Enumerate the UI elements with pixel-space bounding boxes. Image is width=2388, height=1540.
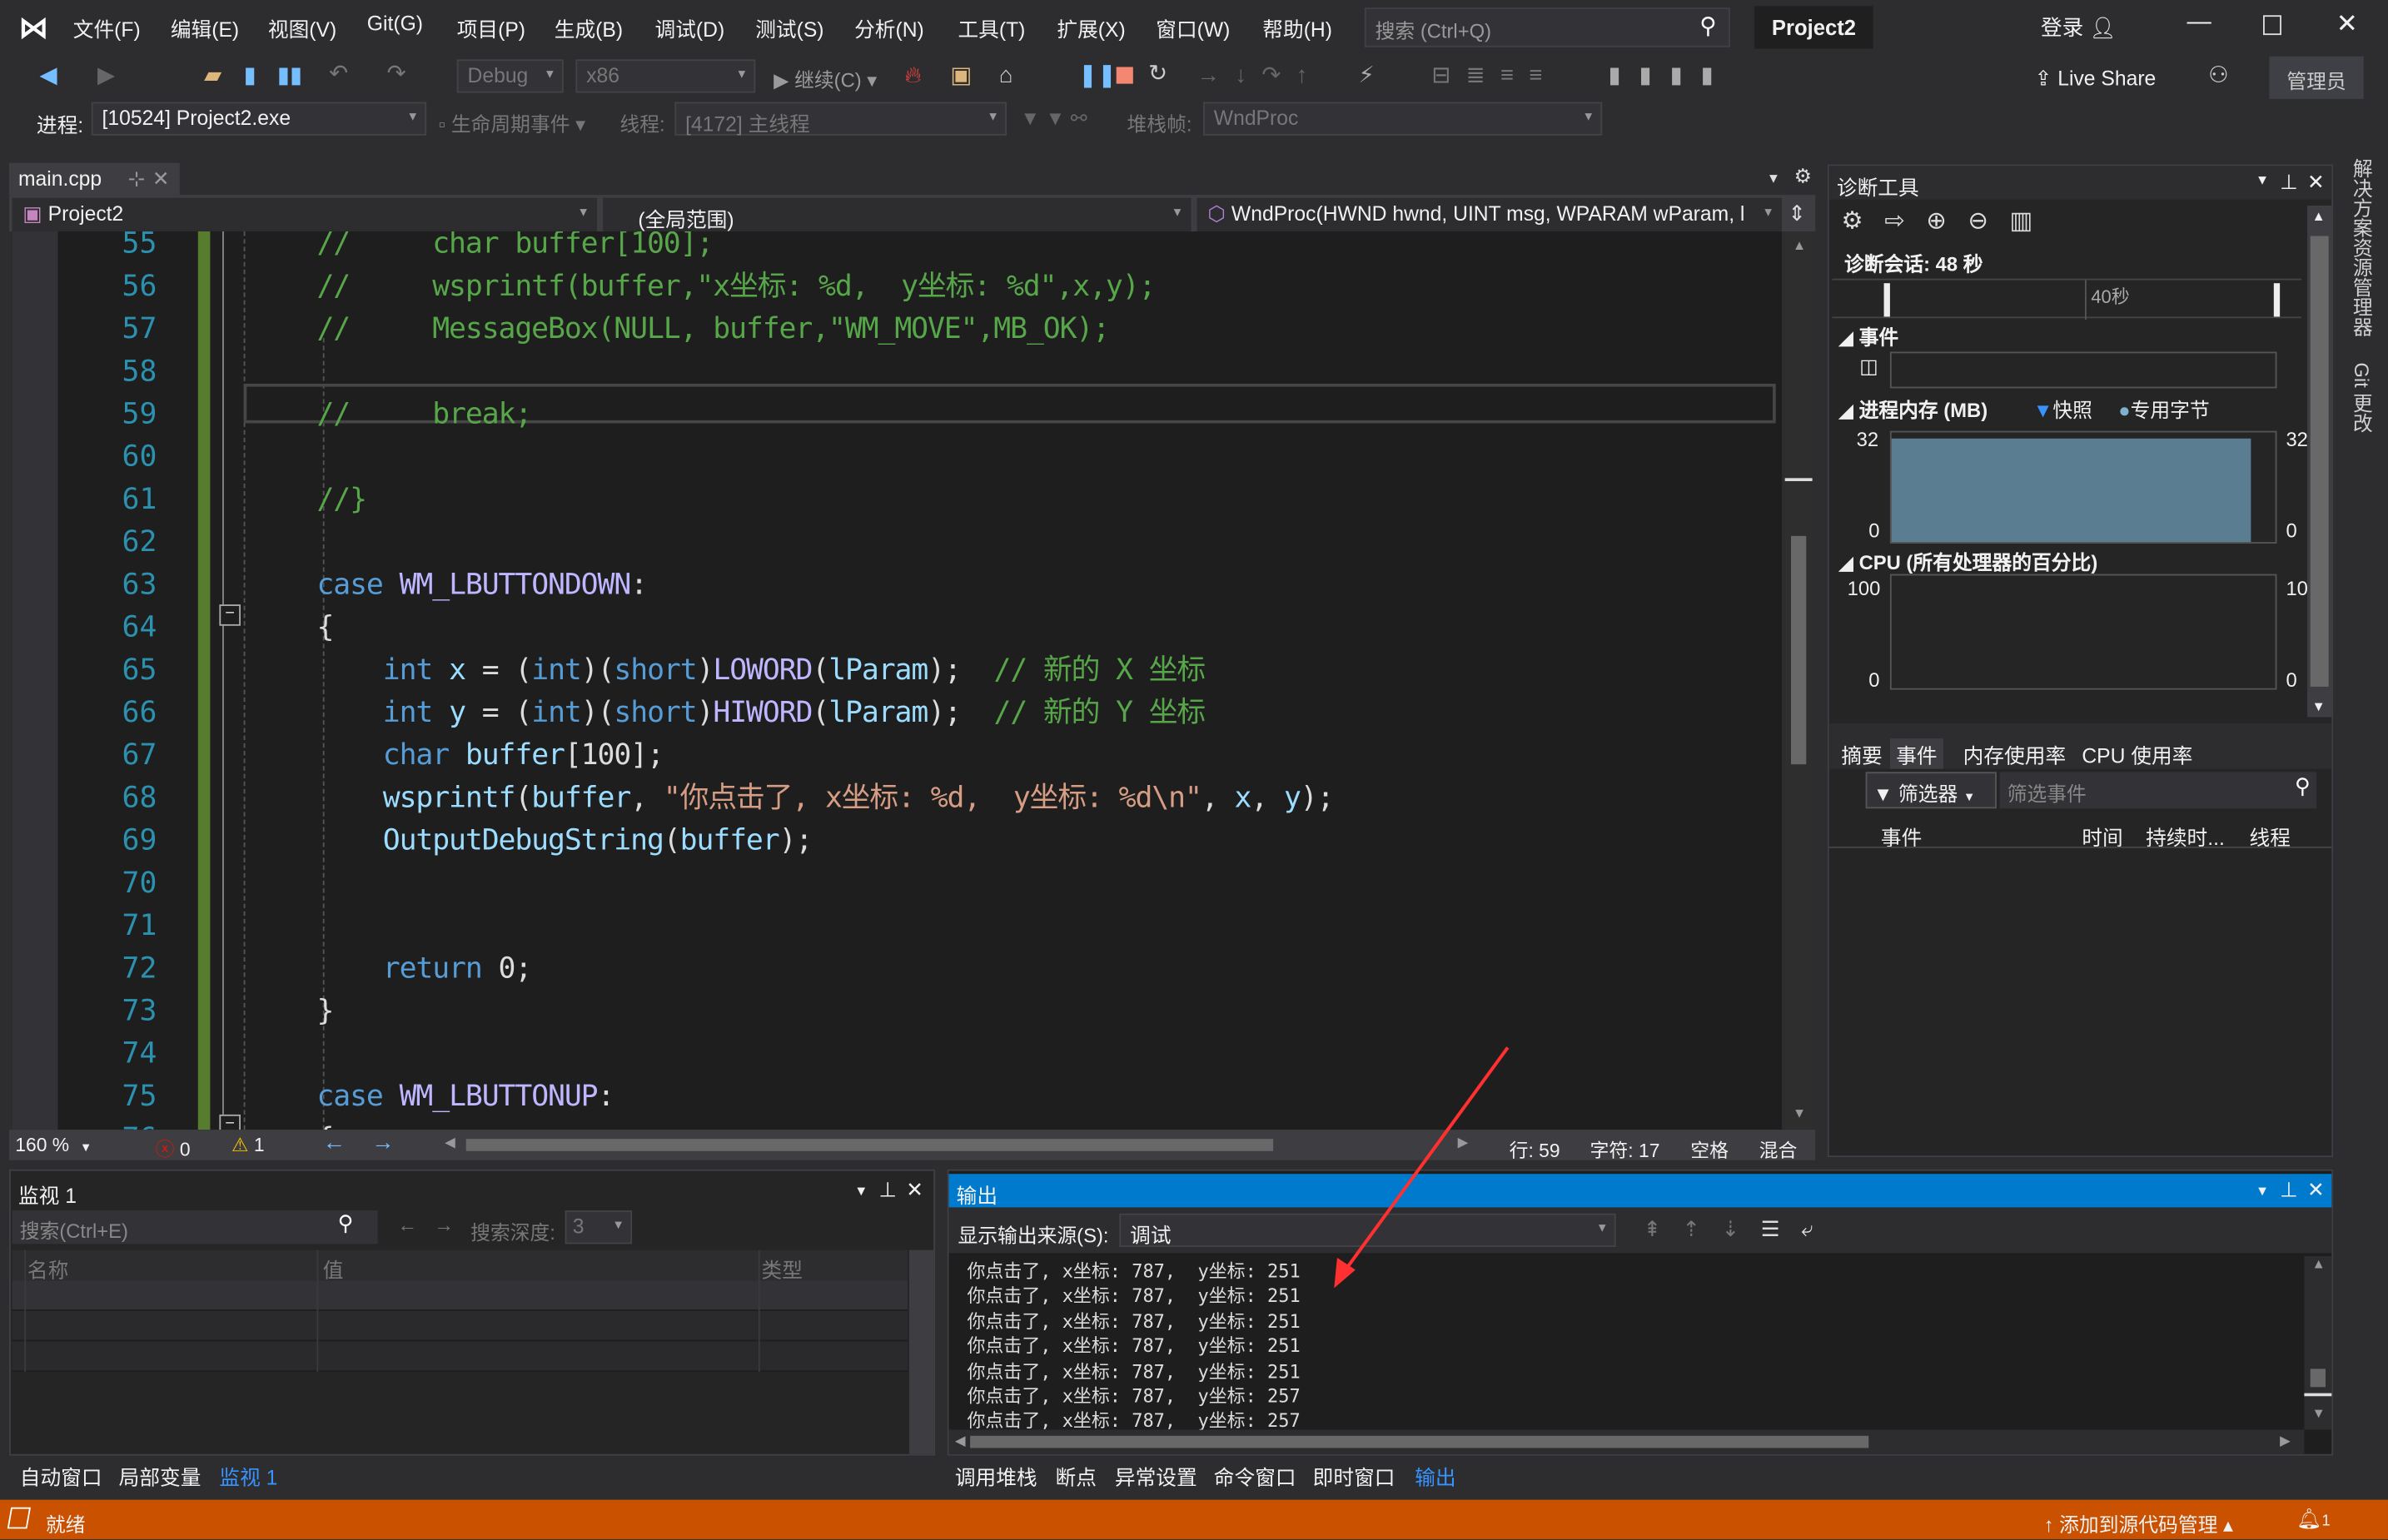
ready-icon <box>7 1507 32 1529</box>
red-annotation-arrow <box>1334 1046 1510 1289</box>
status-text: 就绪 <box>45 1513 86 1537</box>
status-bar: 就绪 ↑ 添加到源代码管理 ▴ 🔔︎1 <box>0 1499 2388 1540</box>
notifications-button[interactable]: 🔔︎1 <box>2296 1508 2330 1532</box>
source-control-button[interactable]: ↑ 添加到源代码管理 ▴ <box>2044 1509 2233 1538</box>
visual-studio-window: ⋈ 文件(F) 编辑(E) 视图(V) Git(G) 项目(P) 生成(B) 调试(D) 测试… <box>0 0 2388 1540</box>
